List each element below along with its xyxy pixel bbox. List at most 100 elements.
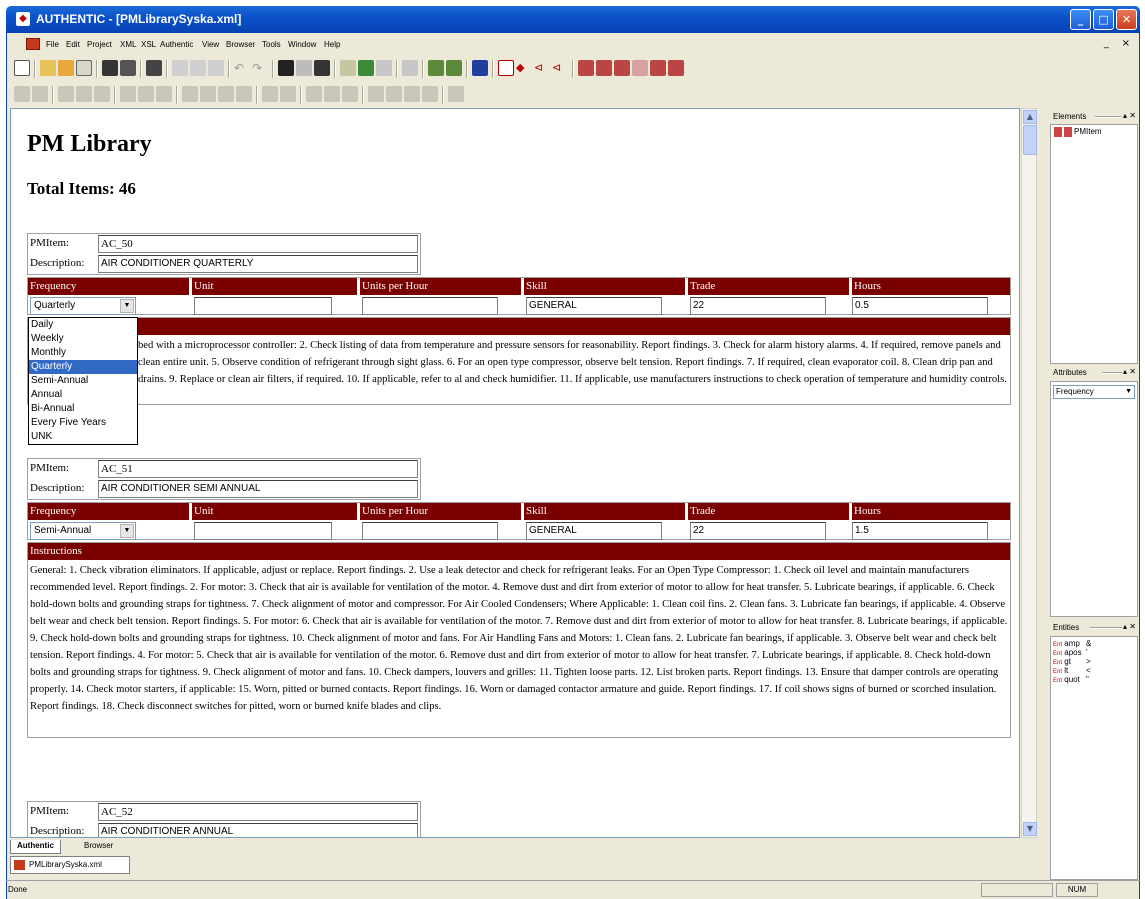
- description-field[interactable]: AIR CONDITIONER ANNUAL: [98, 823, 418, 837]
- insert-element-icon[interactable]: [1064, 127, 1072, 137]
- app-icon[interactable]: ◆: [16, 12, 30, 26]
- markup-toggle-icon[interactable]: [498, 60, 514, 76]
- trade-field[interactable]: 22: [690, 297, 826, 315]
- trade-field[interactable]: 22: [690, 522, 826, 540]
- new-icon[interactable]: [14, 60, 30, 76]
- join-left-icon[interactable]: [182, 86, 198, 102]
- chevron-down-icon[interactable]: ▼: [120, 524, 134, 538]
- hide-markup-icon[interactable]: ◆: [516, 60, 532, 76]
- cut-icon[interactable]: [172, 60, 188, 76]
- scroll-thumb[interactable]: [1023, 125, 1037, 155]
- file-tab[interactable]: PMLibrarySyska.xml: [10, 856, 130, 874]
- units-per-hour-field[interactable]: [362, 297, 498, 315]
- instructions-text[interactable]: General: 1. Check vibration eliminators.…: [28, 560, 1010, 717]
- tab-authentic[interactable]: Authentic: [10, 840, 61, 854]
- dropdown-option-selected[interactable]: Quarterly: [29, 360, 137, 374]
- find-next-icon[interactable]: [296, 60, 312, 76]
- save-icon[interactable]: [102, 60, 118, 76]
- frequency-combobox[interactable]: Semi-Annual ▼: [30, 522, 136, 540]
- align-center-icon[interactable]: [386, 86, 402, 102]
- menu-edit[interactable]: Edit: [66, 40, 80, 49]
- open-icon[interactable]: [40, 60, 56, 76]
- skill-field[interactable]: GENERAL: [526, 522, 662, 540]
- hours-field[interactable]: 1.5: [852, 522, 988, 540]
- append-element-icon[interactable]: [1054, 127, 1062, 137]
- dropdown-option[interactable]: Bi-Annual: [29, 402, 137, 416]
- menu-file[interactable]: File: [46, 40, 59, 49]
- grip-icon[interactable]: [1102, 372, 1122, 374]
- attribute-select[interactable]: Frequency ▼: [1053, 385, 1135, 399]
- small-markup-icon[interactable]: ⊲: [534, 60, 550, 76]
- skill-field[interactable]: GENERAL: [526, 297, 662, 315]
- grip-icon[interactable]: [1095, 116, 1121, 118]
- append-row-icon[interactable]: [578, 60, 594, 76]
- open-url-icon[interactable]: [58, 60, 74, 76]
- grid-view-icon[interactable]: [472, 60, 488, 76]
- pane-controls-icon[interactable]: ▴ ✕: [1123, 367, 1136, 376]
- check-wellformed-icon[interactable]: [340, 60, 356, 76]
- copy-icon[interactable]: [190, 60, 206, 76]
- menu-xml[interactable]: XML: [120, 40, 136, 49]
- split-vertical-icon[interactable]: [280, 86, 296, 102]
- justify-icon[interactable]: [422, 86, 438, 102]
- mdi-window-controls[interactable]: _ ×: [1104, 38, 1130, 49]
- pane-controls-icon[interactable]: ▴ ✕: [1123, 111, 1136, 120]
- frequency-combobox[interactable]: Quarterly ▼: [30, 297, 136, 315]
- spellcheck-icon[interactable]: [402, 60, 418, 76]
- instructions-text[interactable]: bed with a microprocessor controller: 2.…: [28, 335, 1010, 390]
- next-record-icon[interactable]: [446, 60, 462, 76]
- pane-controls-icon[interactable]: ▴ ✕: [1123, 622, 1136, 631]
- paste-icon[interactable]: [208, 60, 224, 76]
- split-horizontal-icon[interactable]: [262, 86, 278, 102]
- pmitem-id-field[interactable]: AC_50: [98, 235, 418, 253]
- tab-browser[interactable]: Browser: [78, 840, 119, 854]
- align-middle-icon[interactable]: [324, 86, 340, 102]
- delete-row-icon[interactable]: [668, 60, 684, 76]
- chevron-down-icon[interactable]: ▼: [1125, 386, 1132, 398]
- close-button[interactable]: ✕: [1116, 9, 1137, 30]
- find-icon[interactable]: [278, 60, 294, 76]
- maximize-button[interactable]: □: [1093, 9, 1114, 30]
- description-field[interactable]: AIR CONDITIONER QUARTERLY: [98, 255, 418, 273]
- dropdown-option[interactable]: UNK: [29, 430, 137, 444]
- print-icon[interactable]: [146, 60, 162, 76]
- units-per-hour-field[interactable]: [362, 522, 498, 540]
- pmitem-id-field[interactable]: AC_52: [98, 803, 418, 821]
- save-all-icon[interactable]: [120, 60, 136, 76]
- dropdown-option[interactable]: Every Five Years: [29, 416, 137, 430]
- authentic-document-view[interactable]: PM Library Total Items: 46 PMItem: AC_50…: [10, 108, 1020, 838]
- vertical-scrollbar[interactable]: ▲ ▼: [1021, 108, 1037, 838]
- move-row-down-icon[interactable]: [650, 60, 666, 76]
- menu-xsl[interactable]: XSL: [141, 40, 156, 49]
- element-item[interactable]: PMItem: [1074, 127, 1102, 136]
- scroll-up-icon[interactable]: ▲: [1023, 110, 1037, 124]
- scroll-down-icon[interactable]: ▼: [1023, 822, 1037, 836]
- insert-table-row-icon[interactable]: [76, 86, 92, 102]
- menu-help[interactable]: Help: [324, 40, 340, 49]
- entity-item[interactable]: Ent quot ": [1053, 676, 1089, 685]
- dropdown-option[interactable]: Monthly: [29, 346, 137, 360]
- frequency-dropdown-list[interactable]: Daily Weekly Monthly Quarterly Semi-Annu…: [28, 317, 138, 445]
- chevron-down-icon[interactable]: ▼: [120, 299, 134, 313]
- unit-field[interactable]: [194, 297, 332, 315]
- insert-row-icon[interactable]: [596, 60, 612, 76]
- menu-project[interactable]: Project: [87, 40, 112, 49]
- join-right-icon[interactable]: [200, 86, 216, 102]
- menu-authentic[interactable]: Authentic: [160, 40, 193, 49]
- dropdown-option[interactable]: Daily: [29, 318, 137, 332]
- redo-icon[interactable]: ↷: [252, 60, 268, 76]
- menu-browser[interactable]: Browser: [226, 40, 255, 49]
- dropdown-option[interactable]: Weekly: [29, 332, 137, 346]
- grip-icon[interactable]: [1090, 627, 1122, 629]
- join-below-icon[interactable]: [236, 86, 252, 102]
- minimize-button[interactable]: _: [1070, 9, 1091, 30]
- align-top-icon[interactable]: [306, 86, 322, 102]
- join-above-icon[interactable]: [218, 86, 234, 102]
- hours-field[interactable]: 0.5: [852, 297, 988, 315]
- align-bottom-icon[interactable]: [342, 86, 358, 102]
- delete-table-icon[interactable]: [32, 86, 48, 102]
- dropdown-option[interactable]: Annual: [29, 388, 137, 402]
- text-state-icon[interactable]: [376, 60, 392, 76]
- menu-window[interactable]: Window: [288, 40, 316, 49]
- document-icon[interactable]: [26, 38, 40, 50]
